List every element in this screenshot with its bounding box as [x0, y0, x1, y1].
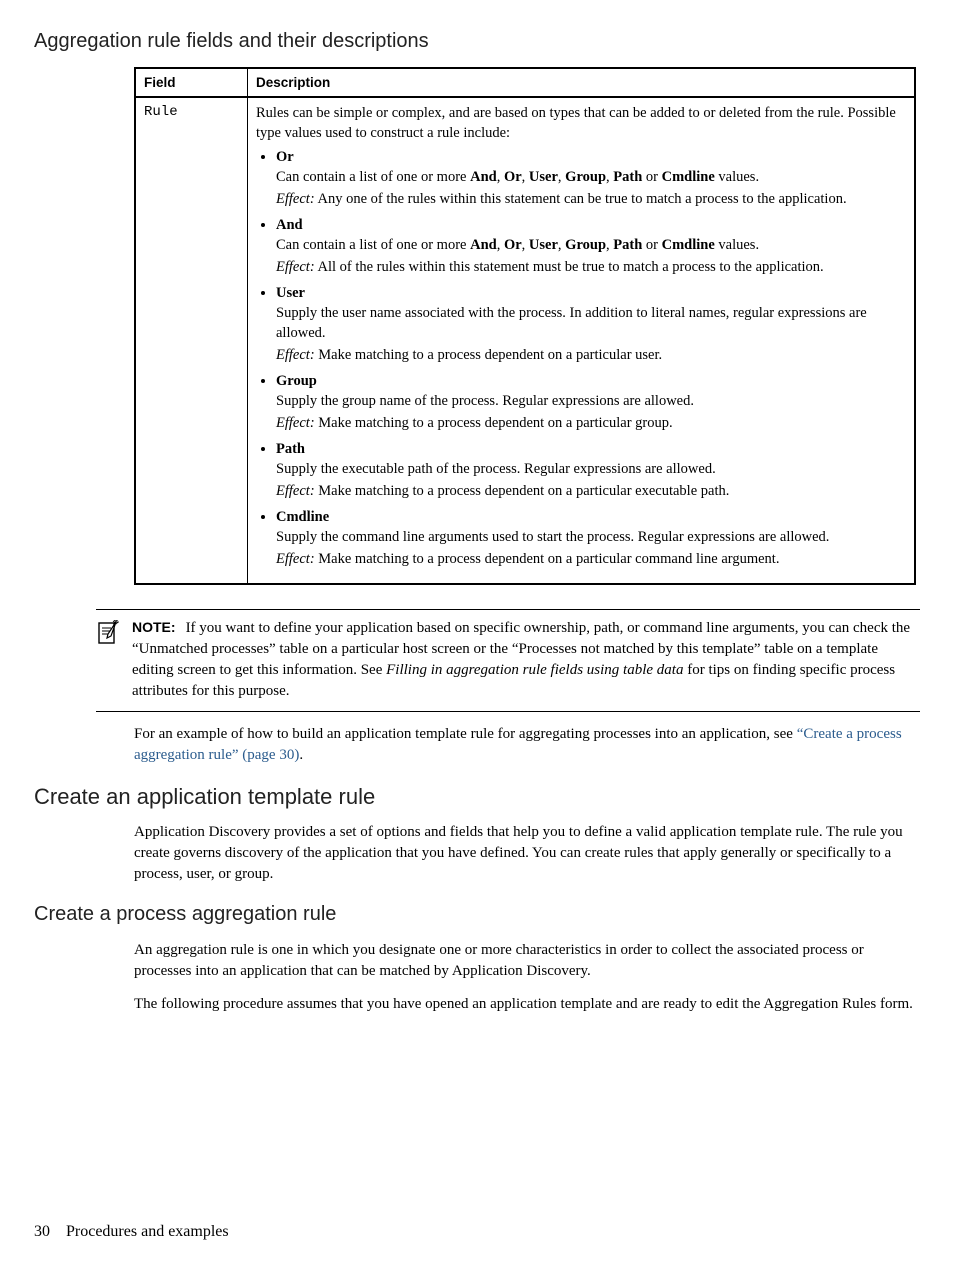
col-header-description: Description	[248, 68, 916, 97]
heading-aggregation-fields: Aggregation rule fields and their descri…	[34, 30, 920, 53]
rule-name: Path	[276, 441, 305, 457]
rule-body: Can contain a list of one or more And, O…	[276, 236, 906, 256]
rule-item-group: Group Supply the group name of the proce…	[276, 373, 906, 433]
rule-effect: Effect: Make matching to a process depen…	[276, 550, 906, 570]
rule-effect: Effect: Make matching to a process depen…	[276, 414, 906, 434]
table-row: Rule Rules can be simple or complex, and…	[135, 97, 915, 584]
rule-effect: Effect: Make matching to a process depen…	[276, 346, 906, 366]
heading-create-process-rule: Create a process aggregation rule	[34, 903, 920, 926]
rule-item-user: User Supply the user name associated wit…	[276, 285, 906, 365]
rule-effect: Effect: Make matching to a process depen…	[276, 482, 906, 502]
rule-table: Field Description Rule Rules can be simp…	[134, 67, 916, 585]
rule-body: Supply the command line arguments used t…	[276, 528, 906, 548]
agg-rule-paragraph-1: An aggregation rule is one in which you …	[134, 940, 916, 982]
footer-section: Procedures and examples	[66, 1223, 229, 1240]
note-text: NOTE:If you want to define your applicat…	[132, 618, 920, 701]
rule-body: Can contain a list of one or more And, O…	[276, 168, 906, 188]
note-label: NOTE:	[132, 619, 186, 635]
agg-rule-paragraph-2: The following procedure assumes that you…	[134, 994, 916, 1015]
cell-description: Rules can be simple or complex, and are …	[248, 97, 916, 584]
example-paragraph: For an example of how to build an applic…	[134, 724, 916, 766]
rule-item-and: And Can contain a list of one or more An…	[276, 217, 906, 277]
rule-item-cmdline: Cmdline Supply the command line argument…	[276, 509, 906, 569]
rule-name: User	[276, 285, 305, 301]
rule-effect: Effect: Any one of the rules within this…	[276, 190, 906, 210]
rule-name: Cmdline	[276, 509, 329, 525]
heading-create-template-rule: Create an application template rule	[34, 784, 920, 810]
rule-table-wrap: Field Description Rule Rules can be simp…	[134, 67, 916, 585]
rule-name: Or	[276, 149, 294, 165]
cell-field: Rule	[135, 97, 248, 584]
rule-item-path: Path Supply the executable path of the p…	[276, 441, 906, 501]
rule-intro: Rules can be simple or complex, and are …	[256, 104, 906, 143]
rule-body: Supply the group name of the process. Re…	[276, 392, 906, 412]
rule-item-or: Or Can contain a list of one or more And…	[276, 149, 906, 209]
page-number: 30	[34, 1223, 62, 1241]
note-icon	[96, 618, 120, 701]
rule-name: Group	[276, 373, 317, 389]
template-rule-paragraph: Application Discovery provides a set of …	[134, 822, 916, 885]
page-footer: 30 Procedures and examples	[34, 1223, 229, 1241]
col-header-field: Field	[135, 68, 248, 97]
rule-effect: Effect: All of the rules within this sta…	[276, 258, 906, 278]
rule-type-list: Or Can contain a list of one or more And…	[256, 149, 906, 569]
note-block: NOTE:If you want to define your applicat…	[96, 609, 920, 712]
rule-name: And	[276, 217, 303, 233]
rule-body: Supply the user name associated with the…	[276, 304, 906, 343]
rule-body: Supply the executable path of the proces…	[276, 460, 906, 480]
